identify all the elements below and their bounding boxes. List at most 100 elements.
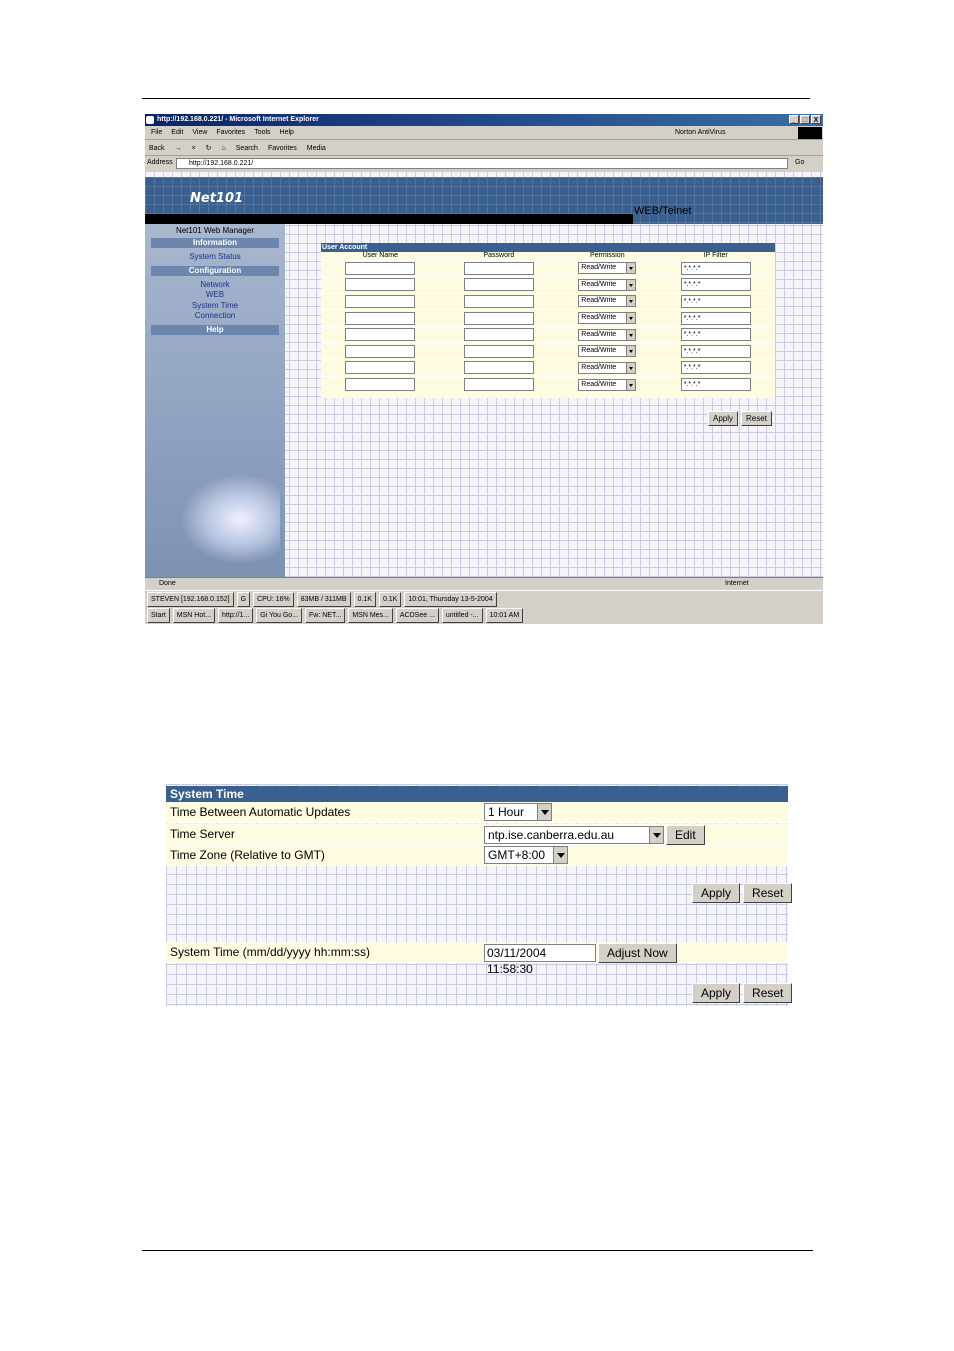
favorites-button[interactable]: Favorites — [268, 141, 297, 155]
taskbar-item[interactable]: ACDSee ... — [395, 608, 439, 623]
go-button[interactable]: Go — [795, 156, 804, 170]
menu-favorites[interactable]: Favorites — [216, 126, 245, 139]
update-interval-select[interactable]: 1 Hour — [484, 803, 552, 821]
ip-filter-input[interactable]: *.*.*.* — [680, 378, 751, 392]
permission-select[interactable]: Read/Write — [578, 345, 637, 358]
ip-filter-input[interactable]: *.*.*.* — [680, 294, 751, 308]
user-name-input[interactable] — [345, 278, 416, 292]
ip-filter-input[interactable]: *.*.*.* — [680, 311, 751, 325]
taskbar-item[interactable]: Start — [147, 608, 170, 623]
password-input[interactable] — [463, 278, 534, 292]
permission-select[interactable]: Read/Write — [578, 295, 637, 308]
user-name-input[interactable] — [345, 261, 416, 275]
user-name-input[interactable] — [345, 311, 416, 325]
ip-filter-input[interactable]: *.*.*.* — [680, 278, 751, 292]
ip-filter-input[interactable]: *.*.*.* — [680, 344, 751, 358]
menu-tools[interactable]: Tools — [254, 126, 270, 139]
apply-button[interactable]: Apply — [692, 983, 741, 1003]
minimize-button[interactable]: _ — [789, 115, 799, 124]
taskbar-item[interactable]: Gi You Go... — [256, 608, 303, 623]
taskbar-item[interactable]: G — [236, 592, 251, 607]
menu-edit[interactable]: Edit — [171, 126, 183, 139]
sidebar-section-help[interactable]: Help — [151, 325, 279, 335]
time-server-select[interactable]: ntp.ise.canberra.edu.au — [484, 826, 664, 844]
media-button[interactable]: Media — [307, 141, 326, 155]
system-time-input[interactable]: 03/11/2004 11:58:30 — [484, 944, 596, 976]
sidebar-section-information[interactable]: Information — [151, 238, 279, 248]
permission-value: Read/Write — [581, 363, 617, 371]
permission-select[interactable]: Read/Write — [578, 328, 637, 341]
user-name-input[interactable] — [345, 344, 416, 358]
chevron-down-icon — [626, 329, 636, 340]
taskbar-item[interactable]: 10:01, Thursday 13-5-2004 — [404, 592, 497, 607]
sidebar-item-web[interactable]: WEB — [145, 290, 285, 299]
permission-select[interactable]: Read/Write — [578, 378, 637, 391]
back-button[interactable]: Back — [149, 141, 165, 155]
maximize-button[interactable]: □ — [800, 115, 810, 124]
table-row: Read/Write *.*.*.* — [321, 276, 775, 294]
update-interval-label: Time Between Automatic Updates — [170, 805, 351, 819]
chevron-down-icon — [626, 362, 636, 373]
permission-select[interactable]: Read/Write — [578, 278, 637, 291]
taskbar-item[interactable]: MSN Hot... — [172, 608, 216, 623]
sidebar-item-network[interactable]: Network — [145, 280, 285, 289]
password-input[interactable] — [463, 261, 534, 275]
user-account-table: User Name Password Permission IP Filter … — [321, 252, 775, 393]
ip-filter-input[interactable]: *.*.*.* — [680, 361, 751, 375]
ip-filter-input[interactable]: *.*.*.* — [680, 261, 751, 275]
taskbar-item[interactable]: untitled -... — [441, 608, 483, 623]
taskbar-item[interactable]: Fw: NET... — [305, 608, 346, 623]
banner: Net101 WEB/Telnet — [145, 177, 823, 224]
menu-file[interactable]: File — [151, 126, 162, 139]
password-input[interactable] — [463, 311, 534, 325]
apply-button[interactable]: Apply — [708, 411, 739, 426]
reset-button[interactable]: Reset — [743, 883, 793, 903]
permission-select[interactable]: Read/Write — [578, 262, 637, 275]
reset-button[interactable]: Reset — [741, 411, 772, 426]
menu-view[interactable]: View — [192, 126, 207, 139]
user-name-input[interactable] — [345, 294, 416, 308]
password-input[interactable] — [463, 361, 534, 375]
sidebar-section-configuration[interactable]: Configuration — [151, 266, 279, 276]
taskbar-item[interactable]: 10:01 AM — [485, 608, 524, 623]
address-input[interactable]: http://192.168.0.221/ — [176, 158, 788, 169]
menu-help[interactable]: Help — [280, 126, 294, 139]
stop-button[interactable]: × — [192, 141, 196, 155]
sidebar-item-system-status[interactable]: System Status — [145, 252, 285, 261]
forward-button[interactable]: → — [175, 141, 182, 155]
taskbar-item[interactable]: CPU: 16% — [253, 592, 294, 607]
user-name-input[interactable] — [345, 378, 416, 392]
password-input[interactable] — [463, 328, 534, 342]
feather-graphic — [180, 474, 280, 564]
ip-filter-input[interactable]: *.*.*.* — [680, 328, 751, 342]
taskbar-item[interactable]: 0.1K — [353, 592, 376, 607]
search-button[interactable]: Search — [236, 141, 258, 155]
apply-button[interactable]: Apply — [692, 883, 741, 903]
user-name-input[interactable] — [345, 361, 416, 375]
refresh-button[interactable]: ↻ — [206, 141, 212, 155]
edit-button[interactable]: Edit — [666, 825, 705, 845]
bottom-rule — [142, 1250, 813, 1251]
time-zone-select[interactable]: GMT+8:00 — [484, 846, 568, 864]
password-input[interactable] — [463, 294, 534, 308]
norton-button[interactable]: Norton AntiVirus — [675, 126, 725, 140]
taskbar-item[interactable]: 83MB / 311MB — [296, 592, 351, 607]
taskbar-item[interactable]: http://1... — [218, 608, 254, 623]
home-button[interactable]: ⌂ — [222, 141, 226, 155]
password-input[interactable] — [463, 344, 534, 358]
sidebar-item-connection[interactable]: Connection — [145, 311, 285, 320]
adjust-now-button[interactable]: Adjust Now — [598, 943, 677, 963]
taskbar-item[interactable]: MSN Mes... — [348, 608, 393, 623]
sidebar-item-system-time[interactable]: System Time — [145, 301, 285, 310]
reset-button[interactable]: Reset — [743, 983, 793, 1003]
permission-select[interactable]: Read/Write — [578, 361, 637, 374]
user-name-input[interactable] — [345, 328, 416, 342]
permission-select[interactable]: Read/Write — [578, 312, 637, 325]
chevron-down-icon — [553, 847, 567, 863]
taskbar-item[interactable]: STEVEN [192.168.0.152] — [147, 592, 234, 607]
user-account-title: User Account — [321, 243, 775, 252]
time-server-row: Time Server ntp.ise.canberra.edu.au Edit — [166, 824, 788, 845]
taskbar-item[interactable]: 0.1K — [378, 592, 402, 607]
close-button[interactable]: X — [811, 115, 821, 124]
password-input[interactable] — [463, 378, 534, 392]
